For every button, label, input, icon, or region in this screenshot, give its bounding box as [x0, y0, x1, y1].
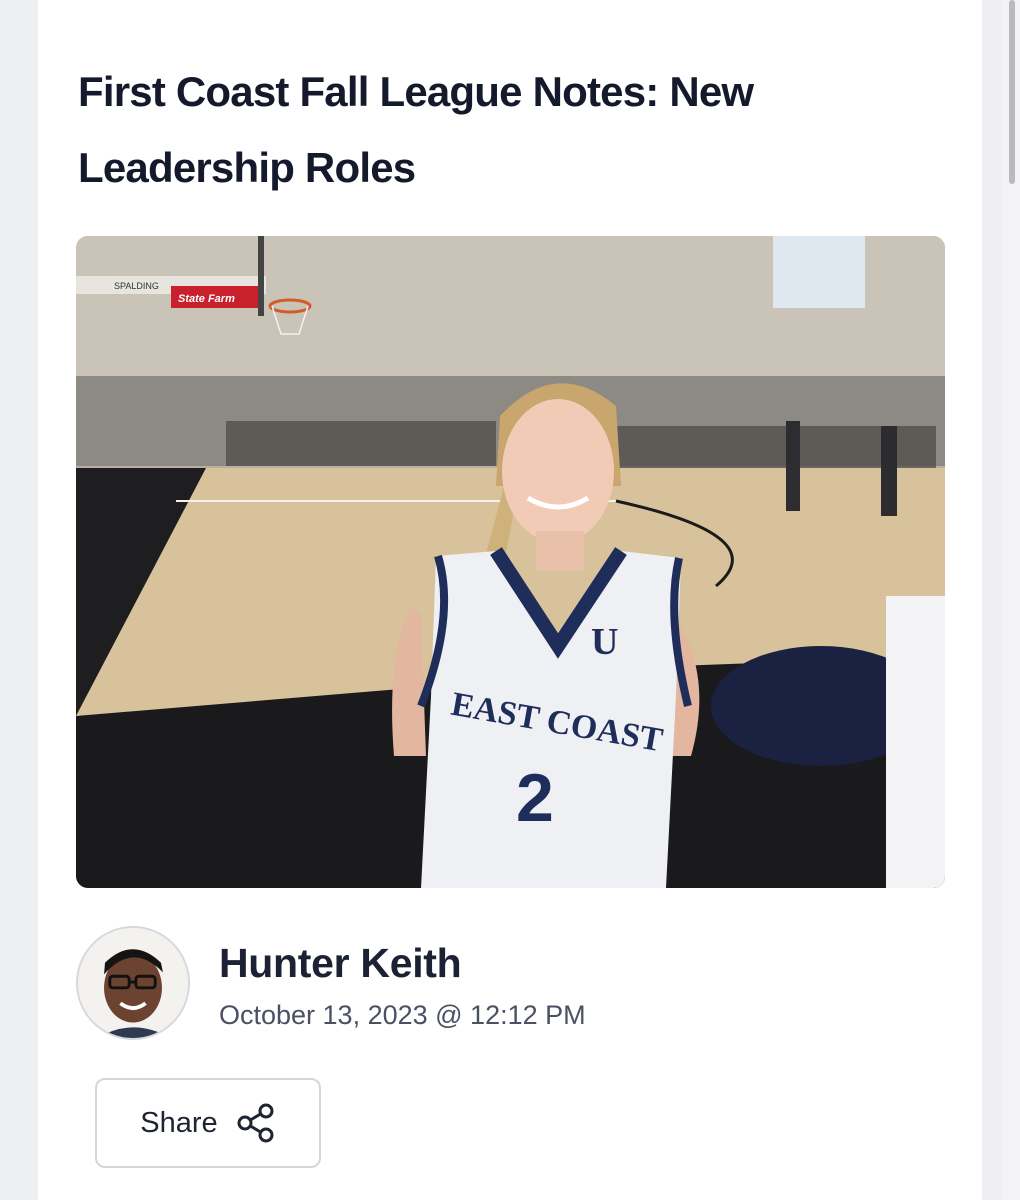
- article-card: First Coast Fall League Notes: New Leade…: [38, 0, 982, 1200]
- share-button-label: Share: [140, 1106, 218, 1139]
- author-byline: Hunter Keith October 13, 2023 @ 12:12 PM: [76, 926, 776, 1040]
- author-name[interactable]: Hunter Keith: [219, 940, 462, 987]
- hero-photo-illustration: SPALDING State Farm U EAST COAST 2: [76, 236, 945, 888]
- author-avatar[interactable]: [76, 926, 190, 1040]
- article-title: First Coast Fall League Notes: New Leade…: [78, 68, 754, 191]
- banner-text: State Farm: [178, 293, 235, 305]
- jersey-number-text: 2: [516, 760, 554, 836]
- author-avatar-image: [78, 928, 188, 1038]
- share-icon: [236, 1103, 276, 1143]
- article-hero-image[interactable]: SPALDING State Farm U EAST COAST 2: [76, 236, 945, 888]
- jersey-logo-text: U: [591, 621, 618, 663]
- hoop-brand-text: SPALDING: [114, 281, 159, 291]
- share-button[interactable]: Share: [95, 1078, 321, 1168]
- publish-date: October 13, 2023 @ 12:12 PM: [219, 1000, 586, 1030]
- scrollbar-thumb[interactable]: [1009, 0, 1015, 184]
- page-scrollbar[interactable]: [1002, 0, 1020, 1200]
